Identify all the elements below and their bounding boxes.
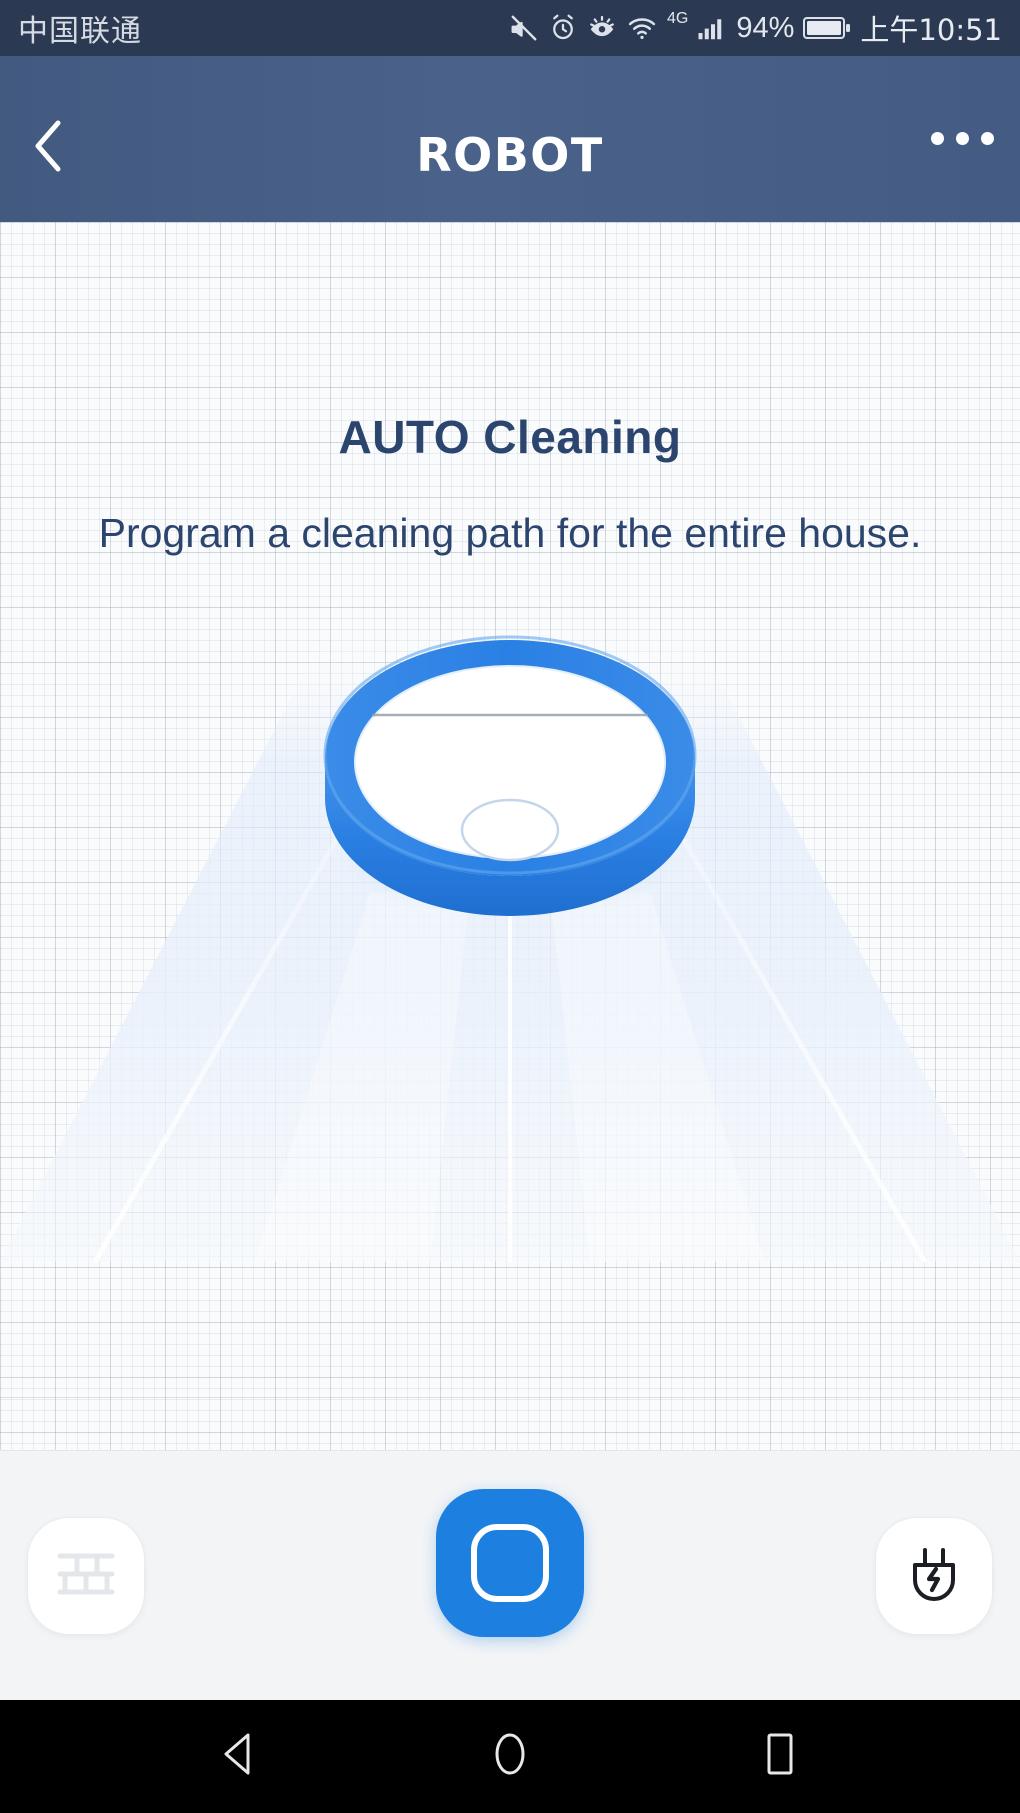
stop-square-icon — [471, 1524, 549, 1602]
bottom-control-bar — [0, 1450, 1020, 1700]
nav-home-button[interactable] — [475, 1722, 545, 1792]
overflow-menu-button[interactable] — [931, 132, 994, 145]
page-title: ROBOT — [416, 128, 604, 182]
battery-icon — [803, 14, 851, 42]
status-bar-icons: 4G 94% 上午10:51 — [509, 7, 1002, 49]
nav-back-button[interactable] — [205, 1722, 275, 1792]
app-header-bar: ROBOT — [0, 56, 1020, 281]
nav-recents-button[interactable] — [745, 1722, 815, 1792]
network-type-label: 4G — [667, 10, 689, 27]
robot-vacuum-illustration — [0, 562, 1020, 1262]
wifi-icon — [626, 13, 658, 43]
android-navigation-bar — [0, 1700, 1020, 1813]
battery-percent-label: 94% — [736, 11, 795, 44]
mute-icon — [509, 13, 539, 43]
brick-wall-icon — [55, 1545, 117, 1608]
start-cleaning-button[interactable] — [436, 1489, 584, 1637]
signal-icon — [695, 13, 727, 43]
overflow-menu-icon-dot — [956, 132, 969, 145]
eye-comfort-icon — [587, 13, 617, 43]
recents-square-icon — [757, 1729, 803, 1784]
overflow-menu-icon-dot — [981, 132, 994, 145]
charging-plug-icon — [905, 1544, 963, 1609]
content-divider — [0, 1397, 1020, 1398]
mode-info-block: AUTO Cleaning Program a cleaning path fo… — [0, 410, 1020, 557]
main-content: AUTO Cleaning Program a cleaning path fo… — [0, 222, 1020, 1450]
clock-label: 上午10:51 — [860, 13, 1002, 47]
return-to-dock-button[interactable] — [875, 1517, 993, 1635]
virtual-wall-button[interactable] — [27, 1517, 145, 1635]
overflow-menu-icon-dot — [931, 132, 944, 145]
cleaning-mode-subtitle: Program a cleaning path for the entire h… — [98, 510, 922, 556]
status-bar: 中国联通 4G 94% 上午10:51 — [0, 0, 1020, 56]
carrier-label: 中国联通 — [18, 14, 142, 49]
phone-screen: 中国联通 4G 94% 上午10:51 ROBOT AUTO Cleaning … — [0, 0, 1020, 1813]
back-triangle-icon — [217, 1729, 263, 1784]
alarm-icon — [548, 13, 578, 43]
home-circle-icon — [487, 1729, 533, 1784]
cleaning-mode-title: AUTO Cleaning — [338, 411, 682, 463]
